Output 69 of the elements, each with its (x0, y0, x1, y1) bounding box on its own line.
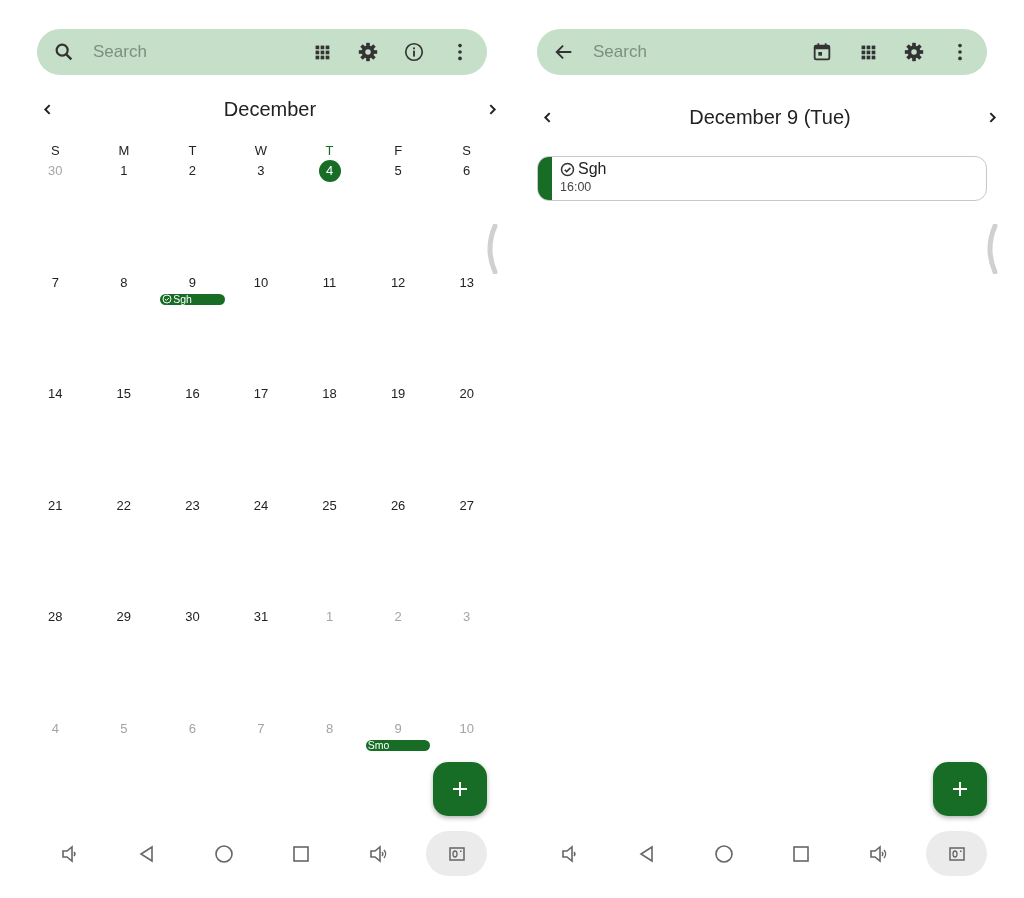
day-number[interactable]: 23 (181, 494, 204, 517)
day-number[interactable]: 7 (44, 271, 67, 294)
event-time: 16:00 (560, 180, 593, 194)
search-bar[interactable]: Search (537, 29, 987, 75)
day-number[interactable]: 5 (387, 160, 410, 182)
volume-up-icon[interactable] (867, 843, 888, 864)
check-circle-icon (162, 294, 173, 304)
day-number[interactable]: 21 (44, 494, 67, 517)
day-number[interactable]: 4 (318, 160, 341, 182)
search-icon[interactable] (53, 41, 75, 63)
day-number[interactable]: 16 (181, 383, 204, 405)
add-button[interactable] (433, 762, 487, 816)
day-number[interactable]: 29 (112, 606, 135, 628)
month-title: December (223, 97, 317, 121)
weekday-label: S (461, 143, 473, 158)
weekday-label: W (253, 143, 269, 158)
day-number[interactable]: 1 (112, 160, 135, 182)
calendar-icon[interactable] (811, 41, 833, 63)
screenshot-button[interactable] (426, 831, 487, 876)
plus-icon (452, 781, 468, 797)
settings-icon[interactable] (903, 41, 925, 63)
day-number[interactable]: 10 (250, 271, 272, 294)
search-input[interactable]: Search (591, 36, 811, 68)
recents-icon[interactable] (790, 843, 811, 864)
day-number[interactable]: 9 (181, 271, 204, 294)
date-title: December 9 (Tue) (689, 105, 851, 129)
info-icon[interactable] (403, 41, 425, 63)
weekday-label: M (117, 143, 131, 158)
plus-icon (952, 781, 968, 797)
day-number[interactable]: 28 (44, 606, 67, 628)
home-icon[interactable] (213, 843, 234, 864)
weekday-label: T (324, 143, 335, 158)
weekday-label: T (187, 143, 198, 158)
day-number[interactable]: 15 (112, 383, 135, 405)
recents-icon[interactable] (290, 843, 311, 864)
home-icon[interactable] (713, 843, 734, 864)
day-number[interactable]: 14 (44, 383, 67, 405)
day-number[interactable]: 27 (455, 494, 478, 517)
day-number[interactable]: 30 (181, 606, 204, 628)
weekday-label: S (49, 143, 61, 158)
color-stripe (538, 157, 552, 200)
weekday-label: F (393, 143, 404, 158)
event-chip[interactable]: Sgh (160, 293, 225, 305)
settings-icon[interactable] (357, 41, 379, 63)
day-number[interactable]: 18 (318, 383, 341, 405)
event-title: Sgh (578, 160, 607, 178)
day-number[interactable]: 26 (387, 494, 410, 517)
day-number[interactable]: 12 (387, 271, 410, 294)
day-number[interactable]: 19 (387, 383, 410, 405)
day-number[interactable]: 20 (455, 383, 478, 405)
day-number[interactable]: 24 (250, 494, 272, 517)
add-button[interactable] (933, 762, 987, 816)
event-card[interactable]: Sgh 16:00 (537, 156, 987, 201)
day-number[interactable]: 22 (112, 494, 135, 517)
volume-up-icon[interactable] (367, 843, 388, 864)
day-number[interactable]: 11 (318, 271, 341, 294)
day-number[interactable]: 3 (250, 160, 272, 182)
day-number[interactable]: 17 (250, 383, 272, 405)
screenshot-button[interactable] (926, 831, 987, 876)
event-chip[interactable]: Smo (365, 739, 431, 751)
day-number[interactable]: 2 (181, 160, 204, 182)
check-circle-icon (560, 161, 575, 177)
day-number[interactable]: 8 (112, 271, 135, 294)
search-bar[interactable]: Search (37, 29, 487, 75)
day-number[interactable]: 25 (318, 494, 341, 517)
day-number[interactable]: 31 (250, 606, 272, 628)
day-number[interactable]: 6 (455, 160, 478, 182)
day-number[interactable]: 13 (455, 271, 478, 294)
search-input[interactable]: Search (91, 36, 311, 68)
